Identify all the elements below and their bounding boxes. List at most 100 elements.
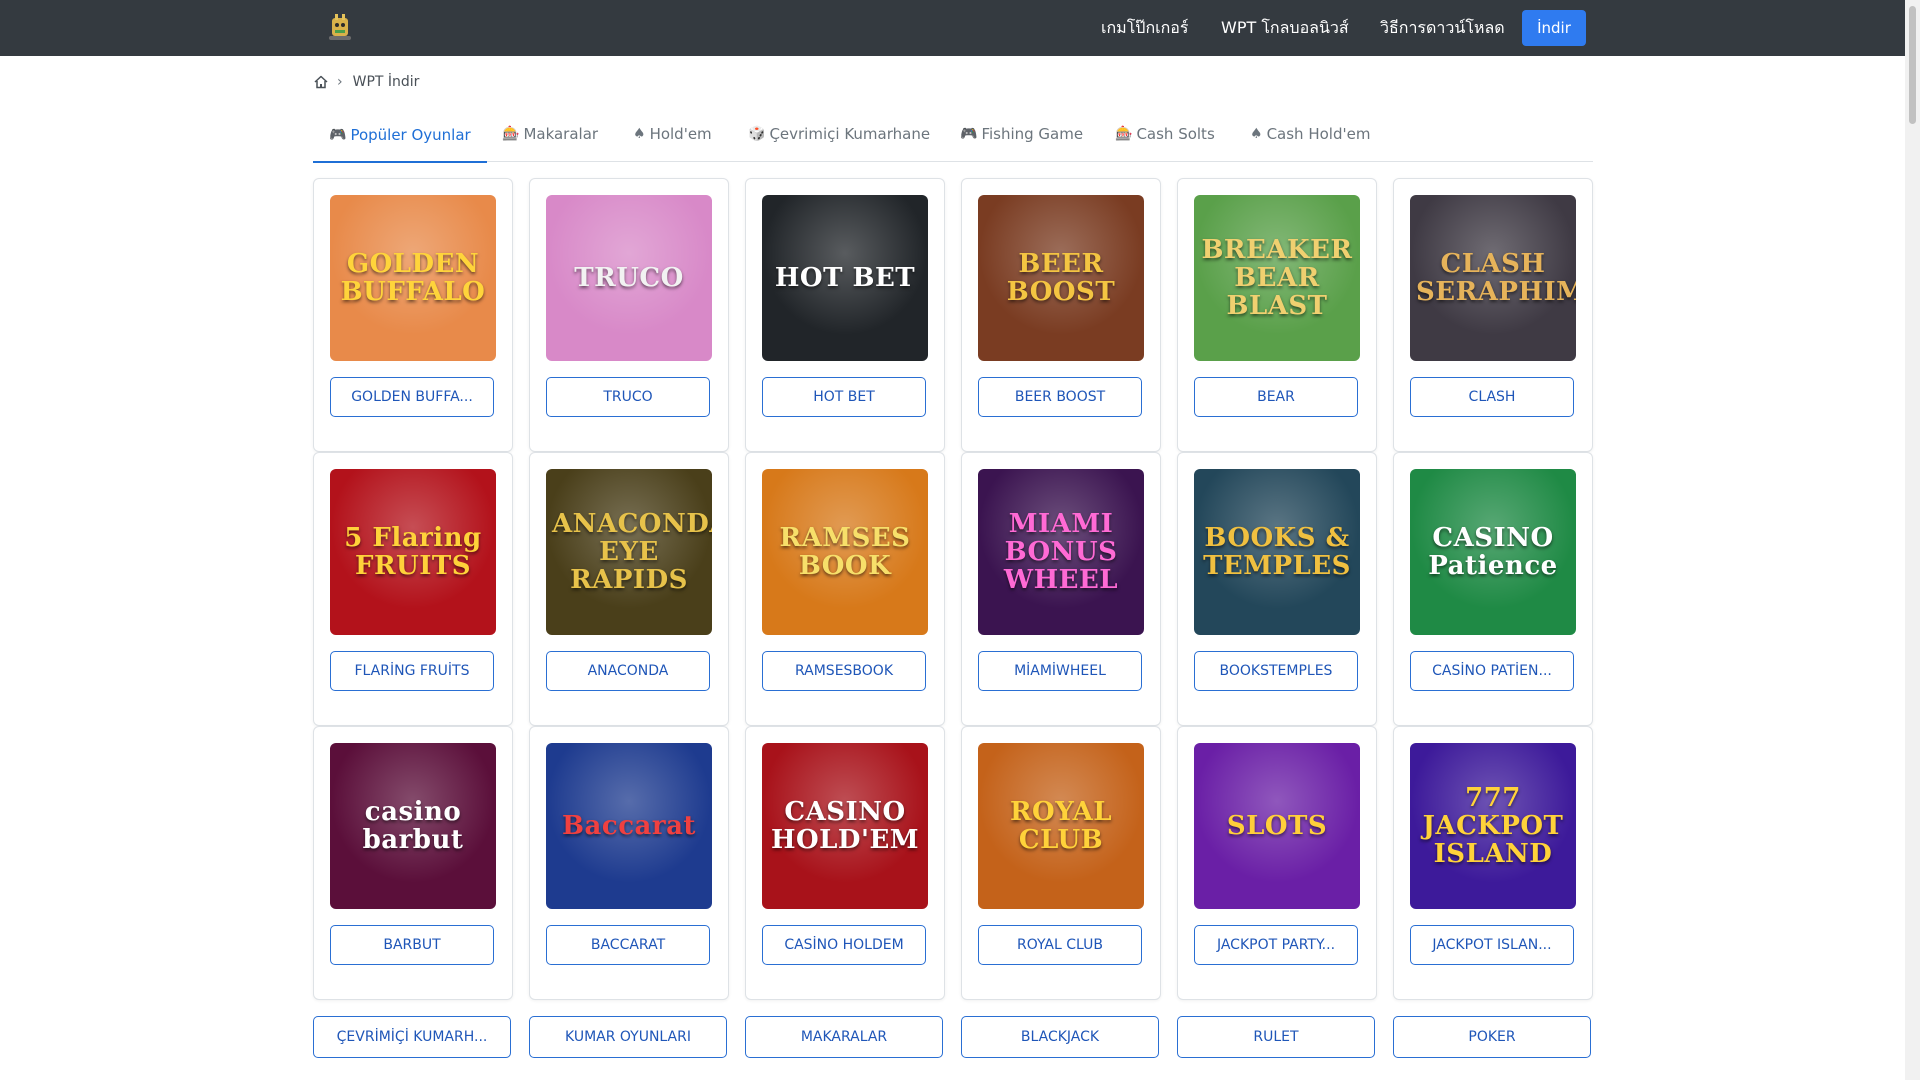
tab-label: Hold'em — [649, 125, 712, 143]
game-artwork-title: CASINO Patience — [1428, 523, 1558, 581]
game-card: BEER BOOST BEER BOOST — [961, 178, 1161, 452]
game-button[interactable]: BARBUT — [330, 925, 494, 965]
game-button[interactable]: CLASH — [1410, 377, 1574, 417]
tab-label: Popüler Oyunlar — [350, 125, 471, 144]
game-thumbnail[interactable]: SLOTS — [1194, 743, 1360, 909]
game-artwork-title: RAMSES BOOK — [779, 523, 911, 581]
download-button[interactable]: İndir — [1522, 10, 1586, 46]
game-card: BREAKER BEAR BLAST BEAR — [1177, 178, 1377, 452]
game-thumbnail[interactable]: BEER BOOST — [978, 195, 1144, 361]
category-button[interactable]: RULET — [1177, 1016, 1375, 1058]
game-artwork-title: ANACONDA EYE RAPIDS — [552, 509, 712, 595]
game-button[interactable]: BOOKSTEMPLES — [1194, 651, 1358, 691]
tab-online-casino[interactable]: 🎲 Çevrimiçi Kumarhane — [748, 108, 930, 160]
spade-icon: ♠ — [1250, 126, 1263, 142]
game-button[interactable]: CASİNO PATİEN... — [1410, 651, 1574, 691]
game-thumbnail[interactable]: Baccarat — [546, 743, 712, 909]
game-button[interactable]: JACKPOT PARTY... — [1194, 925, 1358, 965]
nav-link-how-to-download[interactable]: วิธีการดาวน์โหลด — [1380, 16, 1505, 41]
game-card: RAMSES BOOK RAMSESBOOK — [745, 452, 945, 726]
category-button[interactable]: BLACKJACK — [961, 1016, 1159, 1058]
game-thumbnail[interactable]: CASINO Patience — [1410, 469, 1576, 635]
slot-machine-icon: 🎰 — [502, 126, 520, 142]
game-artwork-title: CLASH SERAPHIM — [1416, 249, 1576, 307]
game-thumbnail[interactable]: RAMSES BOOK — [762, 469, 928, 635]
game-button[interactable]: ROYAL CLUB — [978, 925, 1142, 965]
game-card: GOLDEN BUFFALO GOLDEN BUFFA... — [313, 178, 513, 452]
game-card: CASINO Patience CASİNO PATİEN... — [1393, 452, 1593, 726]
tab-label: Cash Hold'em — [1266, 125, 1371, 143]
game-thumbnail[interactable]: BREAKER BEAR BLAST — [1194, 195, 1360, 361]
game-artwork-title: 5 Flaring FRUITS — [344, 523, 482, 581]
tab-reels[interactable]: 🎰 Makaralar — [502, 108, 598, 160]
game-thumbnail[interactable]: casino barbut — [330, 743, 496, 909]
game-artwork-title: ROYAL CLUB — [1009, 797, 1113, 855]
scrollbar-thumb[interactable] — [1909, 6, 1916, 124]
game-thumbnail[interactable]: 5 Flaring FRUITS — [330, 469, 496, 635]
gamepad-icon: 🎮 — [329, 126, 347, 143]
game-thumbnail[interactable]: BOOKS & TEMPLES — [1194, 469, 1360, 635]
game-card: Baccarat BACCARAT — [529, 726, 729, 1000]
game-thumbnail[interactable]: 777 JACKPOT ISLAND — [1410, 743, 1576, 909]
gamepad-icon: 🎮 — [960, 126, 978, 142]
game-artwork-title: MIAMI BONUS WHEEL — [1003, 509, 1119, 595]
game-thumbnail[interactable]: MIAMI BONUS WHEEL — [978, 469, 1144, 635]
category-button[interactable]: MAKARALAR — [745, 1016, 943, 1058]
slot-machine-icon: 🎰 — [1115, 126, 1133, 142]
game-artwork-title: BREAKER BEAR BLAST — [1201, 235, 1353, 321]
game-button[interactable]: BEER BOOST — [978, 377, 1142, 417]
game-artwork-title: GOLDEN BUFFALO — [340, 249, 486, 307]
logo-icon[interactable] — [326, 12, 354, 42]
category-button[interactable]: POKER — [1393, 1016, 1591, 1058]
game-button[interactable]: MİAMİWHEEL — [978, 651, 1142, 691]
tab-label: Çevrimiçi Kumarhane — [769, 125, 931, 143]
tab-cash-slots[interactable]: 🎰 Cash Solts — [1115, 108, 1215, 160]
game-button[interactable]: BEAR — [1194, 377, 1358, 417]
tab-label: Cash Solts — [1136, 125, 1215, 143]
tab-label: Fishing Game — [981, 125, 1084, 143]
game-button[interactable]: TRUCO — [546, 377, 710, 417]
game-card: CASINO HOLD'EM CASİNO HOLDEM — [745, 726, 945, 1000]
scrollbar[interactable] — [1905, 0, 1920, 1080]
game-artwork-title: SLOTS — [1226, 811, 1328, 841]
game-artwork-title: Baccarat — [562, 811, 696, 841]
game-thumbnail[interactable]: ROYAL CLUB — [978, 743, 1144, 909]
game-thumbnail[interactable]: ANACONDA EYE RAPIDS — [546, 469, 712, 635]
game-artwork-title: CASINO HOLD'EM — [770, 797, 920, 855]
game-button[interactable]: GOLDEN BUFFA... — [330, 377, 494, 417]
breadcrumb: › WPT İndir — [313, 72, 419, 92]
game-artwork-title: HOT BET — [774, 263, 916, 293]
game-thumbnail[interactable]: HOT BET — [762, 195, 928, 361]
home-icon[interactable] — [313, 74, 329, 90]
nav-link-wpt-global-news[interactable]: WPT โกลบอลนิวส์ — [1221, 16, 1349, 41]
game-button[interactable]: HOT BET — [762, 377, 926, 417]
game-artwork-title: BOOKS & TEMPLES — [1203, 523, 1351, 581]
dice-icon: 🎲 — [748, 126, 766, 142]
tab-holdem[interactable]: ♠ Hold'em — [633, 108, 712, 160]
game-thumbnail[interactable]: TRUCO — [546, 195, 712, 361]
tab-popular-games[interactable]: 🎮 Popüler Oyunlar — [313, 108, 487, 163]
game-button[interactable]: CASİNO HOLDEM — [762, 925, 926, 965]
nav-link-poker-games[interactable]: เกมโป๊กเกอร์ — [1101, 16, 1189, 41]
game-card: TRUCO TRUCO — [529, 178, 729, 452]
game-card: BOOKS & TEMPLES BOOKSTEMPLES — [1177, 452, 1377, 726]
game-card: ROYAL CLUB ROYAL CLUB — [961, 726, 1161, 1000]
game-card: ANACONDA EYE RAPIDS ANACONDA — [529, 452, 729, 726]
tab-cash-holdem[interactable]: ♠ Cash Hold'em — [1250, 108, 1370, 160]
game-thumbnail[interactable]: CASINO HOLD'EM — [762, 743, 928, 909]
category-button[interactable]: KUMAR OYUNLARI — [529, 1016, 727, 1058]
game-button[interactable]: FLARİNG FRUİTS — [330, 651, 494, 691]
game-button[interactable]: ANACONDA — [546, 651, 710, 691]
game-button[interactable]: BACCARAT — [546, 925, 710, 965]
game-thumbnail[interactable]: CLASH SERAPHIM — [1410, 195, 1576, 361]
game-button[interactable]: JACKPOT ISLAN... — [1410, 925, 1574, 965]
chevron-right-icon: › — [337, 74, 343, 90]
game-card: HOT BET HOT BET — [745, 178, 945, 452]
game-card: casino barbut BARBUT — [313, 726, 513, 1000]
game-thumbnail[interactable]: GOLDEN BUFFALO — [330, 195, 496, 361]
game-button[interactable]: RAMSESBOOK — [762, 651, 926, 691]
game-artwork-title: BEER BOOST — [1006, 249, 1116, 307]
game-card: SLOTS JACKPOT PARTY... — [1177, 726, 1377, 1000]
category-button[interactable]: ÇEVRİMİÇİ KUMARH... — [313, 1016, 511, 1058]
tab-fishing-game[interactable]: 🎮 Fishing Game — [960, 108, 1083, 160]
